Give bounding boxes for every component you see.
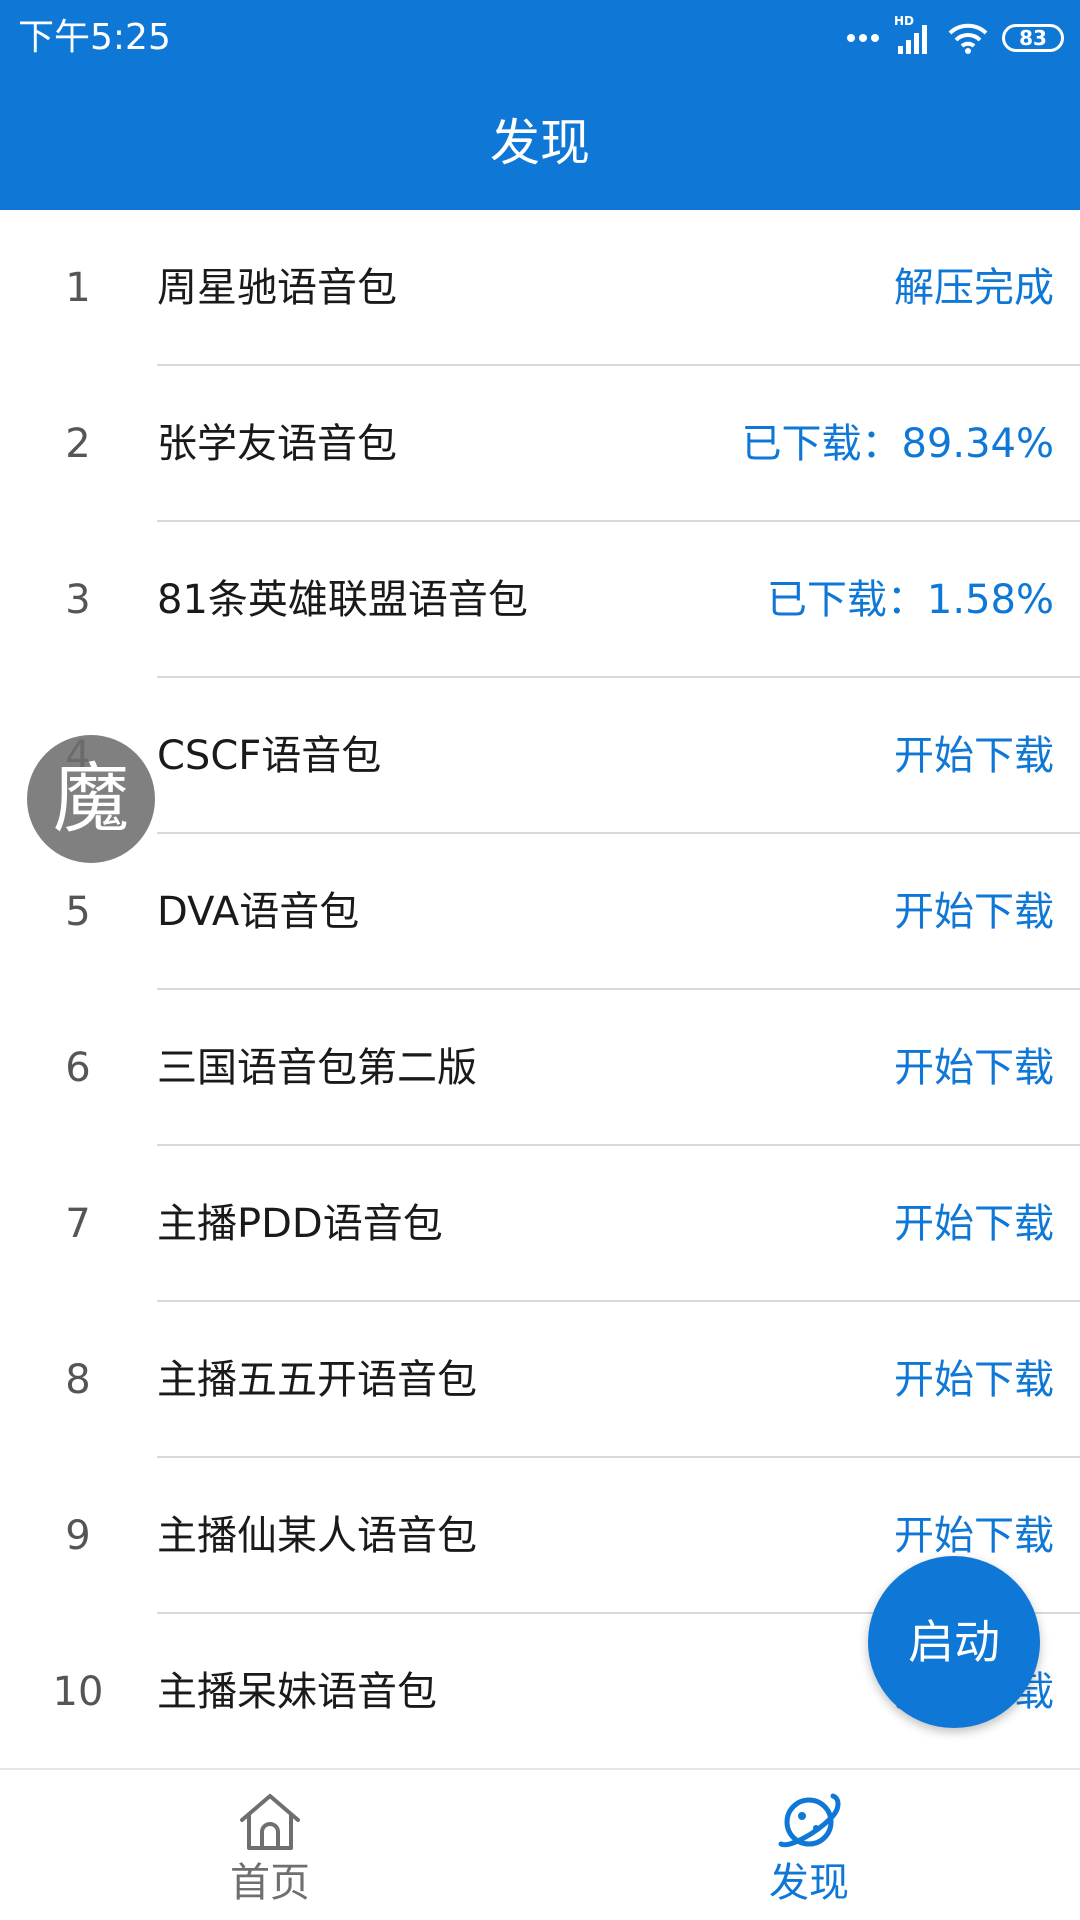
download-status-button[interactable]: 开始下载 <box>894 834 1054 990</box>
status-icons: HD 83 <box>846 14 1064 58</box>
list-item[interactable]: 1 周星驰语音包 解压完成 <box>0 210 1080 366</box>
nav-item-home[interactable]: 首页 <box>170 1770 370 1920</box>
bottom-nav: 首页 发现 <box>0 1768 1080 1920</box>
item-index: 2 <box>65 421 91 467</box>
list-item[interactable]: 7 主播PDD语音包 开始下载 <box>0 1146 1080 1302</box>
battery-icon: 83 <box>1002 24 1064 52</box>
nav-item-discover[interactable]: 发现 <box>709 1770 909 1920</box>
download-status-button[interactable]: 开始下载 <box>894 1146 1054 1302</box>
download-status-button[interactable]: 开始下载 <box>894 990 1054 1146</box>
list-item[interactable]: 8 主播五五开语音包 开始下载 <box>0 1302 1080 1458</box>
item-name: 张学友语音包 <box>157 421 397 467</box>
signal-icon: HD <box>894 14 934 56</box>
item-index: 9 <box>65 1513 91 1559</box>
download-status-button[interactable]: 已下载：1.58% <box>767 522 1054 678</box>
launch-button[interactable]: 启动 <box>868 1556 1040 1728</box>
home-icon <box>240 1794 300 1850</box>
download-status-button[interactable]: 开始下载 <box>894 1302 1054 1458</box>
item-name: 主播仙某人语音包 <box>157 1513 477 1559</box>
planet-icon <box>778 1793 841 1848</box>
page-title: 发现 <box>490 114 590 172</box>
item-name: CSCF语音包 <box>157 733 382 779</box>
wifi-icon <box>948 23 988 54</box>
download-status-button[interactable]: 解压完成 <box>894 210 1054 366</box>
status-bar: 下午5:25 HD 83 <box>0 0 1080 78</box>
item-name: 主播五五开语音包 <box>157 1357 477 1403</box>
item-index: 3 <box>65 577 91 623</box>
download-status-button[interactable]: 已下载：89.34% <box>741 366 1054 522</box>
list-item[interactable]: 4CSCF语音包开始下载 <box>0 678 1080 834</box>
floating-assistant-button[interactable]: 魔 <box>27 735 155 863</box>
item-index: 6 <box>65 1045 91 1091</box>
list-item[interactable]: 3 81条英雄联盟语音包 已下载：1.58% <box>0 522 1080 678</box>
item-name: 三国语音包第二版 <box>157 1045 477 1091</box>
nav-label-home: 首页 <box>230 1860 310 1906</box>
item-index: 1 <box>65 265 91 311</box>
status-time: 下午5:25 <box>18 17 171 58</box>
download-status-button[interactable]: 开始下载 <box>894 678 1054 834</box>
list-item[interactable]: 6 三国语音包第二版 开始下载 <box>0 990 1080 1146</box>
dots-icon <box>847 34 879 42</box>
item-name: 主播PDD语音包 <box>157 1201 443 1247</box>
item-index: 10 <box>52 1669 104 1715</box>
list-item[interactable]: 2 张学友语音包 已下载：89.34% <box>0 366 1080 522</box>
item-index: 7 <box>65 1201 91 1247</box>
item-name: 周星驰语音包 <box>157 265 397 311</box>
item-name: 主播呆妹语音包 <box>157 1669 437 1715</box>
item-index: 8 <box>65 1357 91 1403</box>
nav-label-discover: 发现 <box>769 1860 849 1906</box>
list-item[interactable]: 5 DVA语音包 开始下载 <box>0 834 1080 990</box>
voice-pack-list: 1 周星驰语音包 解压完成 2 张学友语音包 已下载：89.34% 3 81条英雄联盟语音包 已… <box>0 210 1080 1770</box>
app-bar: 下午5:25 HD 83 发现 <box>0 0 1080 210</box>
item-name: 81条英雄联盟语音包 <box>157 577 528 623</box>
battery-level: 83 <box>1019 26 1047 50</box>
item-name: DVA语音包 <box>157 889 360 935</box>
